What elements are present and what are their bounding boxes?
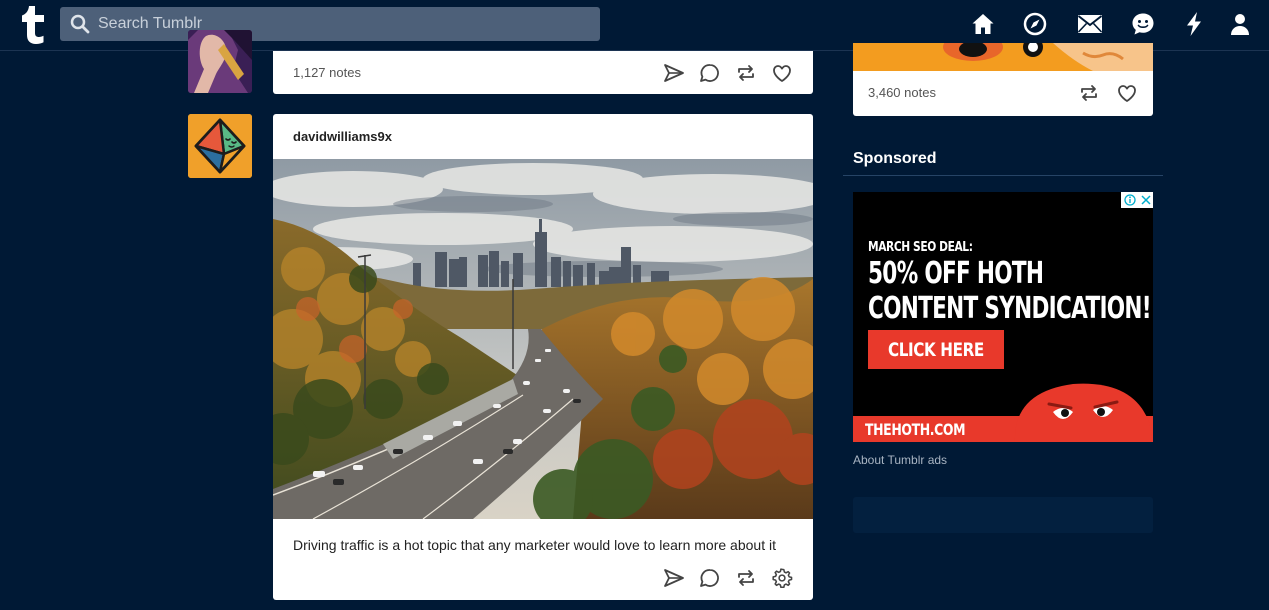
search-input[interactable] (98, 15, 578, 33)
share-icon[interactable] (663, 63, 685, 83)
close-icon[interactable] (1140, 195, 1151, 205)
sponsored-divider (843, 175, 1163, 176)
about-tumblr-ads-link[interactable]: About Tumblr ads (853, 453, 947, 467)
reblog-icon[interactable] (1078, 83, 1100, 103)
ad-cta-button[interactable]: CLICK HERE (868, 330, 1004, 369)
post-caption: Driving traffic is a hot topic that any … (293, 537, 776, 553)
sidebar-placeholder-block (853, 497, 1153, 533)
city-highway-photo (273, 159, 813, 519)
ad-headline-line1: 50% OFF HOTH (868, 256, 1044, 291)
octahedron-avatar-icon (188, 114, 252, 178)
settings-icon[interactable] (771, 568, 793, 588)
messages-button[interactable] (1130, 11, 1156, 37)
ad-headline-line2: CONTENT SYNDICATION! (868, 291, 1152, 326)
account-icon (1231, 14, 1249, 35)
post-card: davidwilliams9x Driving traffic is a hot… (273, 114, 813, 600)
ad-cta-label: CLICK HERE (888, 338, 984, 361)
search-bar[interactable] (60, 7, 600, 41)
account-button[interactable] (1228, 11, 1252, 37)
avatar-image (188, 30, 252, 93)
reply-icon[interactable] (699, 63, 721, 83)
post-photo[interactable] (273, 159, 813, 519)
messages-icon (1132, 13, 1154, 35)
sidebar-post-actions (1078, 83, 1138, 103)
ad-choices[interactable] (1121, 192, 1153, 208)
home-button[interactable] (970, 11, 996, 37)
search-icon (70, 14, 90, 34)
post-card: 1,127 notes (273, 51, 813, 94)
post-notes-count[interactable]: 1,127 notes (293, 65, 361, 80)
like-icon[interactable] (771, 63, 793, 83)
post-author[interactable]: davidwilliams9x (293, 129, 392, 144)
ad-headline-small: MARCH SEO DEAL: (868, 240, 973, 255)
ad-site-url: THEHOTH.COM (865, 420, 966, 439)
like-icon[interactable] (1116, 83, 1138, 103)
post-actions (663, 568, 793, 588)
sidebar-post-card: 3,460 notes (853, 43, 1153, 116)
inbox-icon (1077, 15, 1103, 33)
reblog-icon[interactable] (735, 63, 757, 83)
sidebar-post-illustration (853, 43, 1153, 71)
ad-mascot-icon (1014, 383, 1153, 442)
explore-icon (1023, 12, 1047, 36)
info-icon[interactable] (1123, 194, 1136, 206)
sponsored-heading: Sponsored (853, 150, 937, 167)
home-icon (972, 14, 994, 34)
activity-icon (1187, 12, 1201, 36)
sidebar-post-image[interactable] (853, 43, 1153, 71)
sponsored-ad[interactable]: MARCH SEO DEAL: 50% OFF HOTH CONTENT SYN… (853, 192, 1153, 442)
post-avatar[interactable] (188, 114, 252, 178)
explore-button[interactable] (1022, 11, 1048, 37)
activity-button[interactable] (1184, 11, 1204, 37)
post-actions (663, 63, 793, 83)
tumblr-logo[interactable] (20, 6, 46, 44)
share-icon[interactable] (663, 568, 685, 588)
reply-icon[interactable] (699, 568, 721, 588)
sidebar-notes-count[interactable]: 3,460 notes (868, 85, 936, 100)
inbox-button[interactable] (1076, 11, 1104, 37)
reblog-icon[interactable] (735, 568, 757, 588)
post-avatar[interactable] (188, 30, 252, 93)
